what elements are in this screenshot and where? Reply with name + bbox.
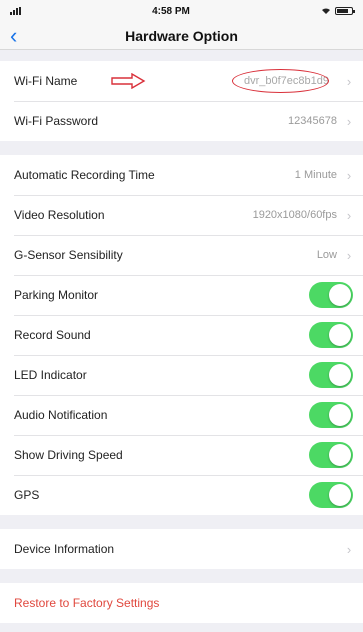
- toggle-row-led-indicator: LED Indicator: [0, 355, 363, 395]
- video-resolution-value: 1920x1080/60fps: [252, 209, 337, 221]
- wifi-password-row[interactable]: Wi-Fi Password 12345678 ›: [0, 101, 363, 141]
- chevron-right-icon: ›: [346, 113, 352, 129]
- chevron-left-icon[interactable]: ‹: [10, 25, 17, 47]
- device-information-label: Device Information: [14, 542, 115, 556]
- gps-toggle[interactable]: [309, 482, 353, 508]
- auto-recording-time-value: 1 Minute: [294, 169, 337, 181]
- wifi-name-value: dvr_b0f7ec8b1d9: [231, 69, 337, 93]
- wifi-password-value: 12345678: [288, 115, 337, 127]
- g-sensor-row[interactable]: G-Sensor Sensibility Low ›: [0, 235, 363, 275]
- chevron-right-icon: ›: [346, 73, 352, 89]
- chevron-right-icon: ›: [346, 167, 352, 183]
- restore-label: Restore to Factory Settings: [14, 596, 160, 610]
- auto-recording-time-label: Automatic Recording Time: [14, 168, 155, 182]
- toggle-label: LED Indicator: [14, 368, 87, 382]
- toggle-label: GPS: [14, 488, 40, 502]
- device-group: Device Information ›: [0, 529, 363, 569]
- chevron-right-icon: ›: [346, 247, 352, 263]
- nav-bar: ‹ Hardware Option: [0, 22, 363, 50]
- toggle-label: Record Sound: [14, 328, 91, 342]
- status-time: 4:58 PM: [152, 5, 190, 17]
- video-resolution-label: Video Resolution: [14, 208, 105, 222]
- settings-group: Automatic Recording Time 1 Minute › Vide…: [0, 155, 363, 515]
- battery-icon: [334, 7, 355, 15]
- restore-factory-settings-button[interactable]: Restore to Factory Settings: [0, 583, 363, 623]
- wifi-group: Wi-Fi Name dvr_b0f7ec8b1d9 › Wi-Fi Passw…: [0, 61, 363, 141]
- toggle-row-audio-notification: Audio Notification: [0, 395, 363, 435]
- toggle-row-parking-monitor: Parking Monitor: [0, 275, 363, 315]
- toggle-row-gps: GPS: [0, 475, 363, 515]
- audio-notification-toggle[interactable]: [309, 402, 353, 428]
- wifi-name-label: Wi-Fi Name: [14, 74, 78, 88]
- parking-monitor-toggle[interactable]: [309, 282, 353, 308]
- device-information-row[interactable]: Device Information ›: [0, 529, 363, 569]
- g-sensor-value: Low: [316, 249, 337, 261]
- status-bar: 4:58 PM: [0, 0, 363, 22]
- g-sensor-label: G-Sensor Sensibility: [14, 248, 123, 262]
- toggle-row-show-driving-speed: Show Driving Speed: [0, 435, 363, 475]
- wifi-icon: [321, 8, 330, 14]
- chevron-right-icon: ›: [346, 541, 352, 557]
- toggle-label: Parking Monitor: [14, 288, 99, 302]
- annotation-circle: [231, 69, 329, 93]
- page-title: Hardware Option: [125, 27, 238, 44]
- video-resolution-row[interactable]: Video Resolution 1920x1080/60fps ›: [0, 195, 363, 235]
- wifi-name-row[interactable]: Wi-Fi Name dvr_b0f7ec8b1d9 ›: [0, 61, 363, 101]
- toggle-label: Show Driving Speed: [14, 448, 123, 462]
- record-sound-toggle[interactable]: [309, 322, 353, 348]
- led-indicator-toggle[interactable]: [309, 362, 353, 388]
- toggle-label: Audio Notification: [14, 408, 108, 422]
- toggle-row-record-sound: Record Sound: [0, 315, 363, 355]
- arrow-right-icon: [111, 73, 146, 89]
- restore-group: Restore to Factory Settings: [0, 583, 363, 623]
- show-driving-speed-toggle[interactable]: [309, 442, 353, 468]
- wifi-password-label: Wi-Fi Password: [14, 114, 99, 128]
- signal-icon: [10, 7, 21, 15]
- auto-recording-time-row[interactable]: Automatic Recording Time 1 Minute ›: [0, 155, 363, 195]
- chevron-right-icon: ›: [346, 207, 352, 223]
